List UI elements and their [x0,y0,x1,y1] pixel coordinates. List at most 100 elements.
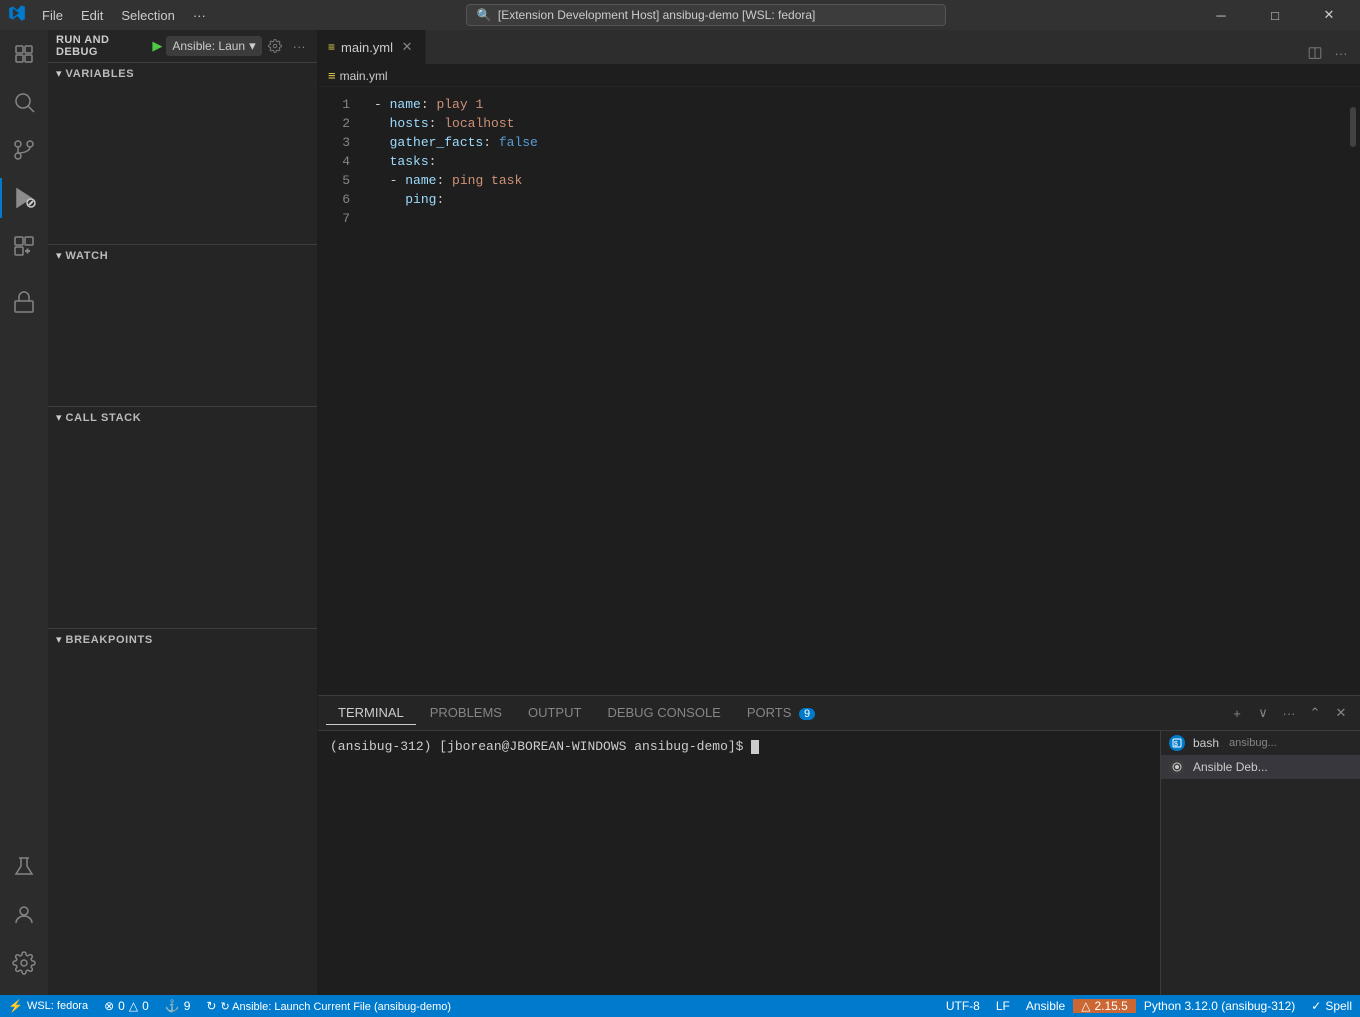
ansible-version: 2.15.5 [1094,999,1127,1013]
terminal-tab-actions: + ∨ ··· ⌃ ✕ [1226,702,1352,724]
error-count: 0 [118,999,125,1013]
maximize-button[interactable]: □ [1252,0,1298,30]
editor-tab-actions: ··· [1304,42,1360,64]
terminal-maximize-button[interactable]: ⌃ [1304,702,1326,724]
search-text: [Extension Development Host] ansibug-dem… [498,8,816,22]
activity-item-accounts[interactable] [0,891,48,939]
menu-edit[interactable]: Edit [73,6,111,25]
terminal-tab-output[interactable]: OUTPUT [516,701,593,725]
activity-bar [0,30,48,995]
activity-item-source-control[interactable] [0,126,48,174]
call-stack-header[interactable]: ▾ CALL STACK [48,407,317,428]
variables-chevron-icon: ▾ [56,67,62,80]
activity-item-explorer[interactable] [0,30,48,78]
spell-label: Spell [1325,999,1352,1013]
ansible-debug-icon [1169,759,1185,775]
activity-item-run-debug[interactable] [0,174,48,222]
watch-header[interactable]: ▾ WATCH [48,245,317,266]
activity-item-search[interactable] [0,78,48,126]
variables-header[interactable]: ▾ VARIABLES [48,63,317,84]
status-debug[interactable]: ↻ ↻ Ansible: Launch Current File (ansibu… [198,995,459,1017]
new-terminal-button[interactable]: + [1226,702,1248,724]
line-ending-label: LF [996,999,1010,1013]
status-spell[interactable]: ✓ Spell [1303,999,1360,1013]
vscode-logo [8,4,26,27]
terminal-tab-terminal[interactable]: TERMINAL [326,701,416,725]
status-language[interactable]: Ansible [1018,999,1073,1013]
minimize-button[interactable]: ─ [1198,0,1244,30]
menu-selection[interactable]: Selection [113,6,182,25]
breakpoints-chevron-icon: ▾ [56,633,62,646]
status-errors[interactable]: ⊗ 0 △ 0 [96,995,157,1017]
watch-content [48,266,317,406]
titlebar-search-area: 🔍 [Extension Development Host] ansibug-d… [222,4,1190,26]
terminal-content[interactable]: (ansibug-312) [jborean@JBOREAN-WINDOWS a… [318,731,1160,995]
code-line-5: - name: ping task [374,171,1346,190]
terminal-tab-ports[interactable]: PORTS 9 [735,701,827,725]
status-right: UTF-8 LF Ansible △ 2.15.5 Python 3.12.0 … [938,999,1360,1013]
activity-item-remote[interactable] [0,278,48,326]
terminal-tabs: TERMINAL PROBLEMS OUTPUT DEBUG CONSOLE P… [318,696,1360,731]
activity-item-settings[interactable] [0,939,48,987]
status-ports[interactable]: ⚓ 9 [157,995,199,1017]
debug-play-button[interactable]: ▶ [152,38,162,54]
breadcrumb-item[interactable]: main.yml [340,69,388,83]
breakpoints-section: ▾ BREAKPOINTS [48,628,317,650]
terminal-panel-item-ansible-debug[interactable]: Ansible Deb... [1161,755,1360,779]
wsl-label: WSL: fedora [27,1000,88,1012]
terminal-tab-debug-console[interactable]: DEBUG CONSOLE [595,701,732,725]
bash-label: bash [1193,736,1219,750]
debug-status: ↻ Ansible: Launch Current File (ansibug-… [220,1000,451,1013]
debug-toolbar: RUN AND DEBUG ▶ Ansible: Laun ▾ ··· [48,30,317,63]
tab-close-button[interactable]: ✕ [399,39,415,55]
code-content[interactable]: - name: play 1 hosts: localhost gather_f… [366,87,1346,695]
tab-main-yml[interactable]: ≡ main.yml ✕ [318,30,426,64]
watch-section: ▾ WATCH [48,244,317,406]
terminal-tab-problems[interactable]: PROBLEMS [418,701,514,725]
terminal-panel: $ bash ansibug... Ansibl [1160,731,1360,995]
sidebar: RUN AND DEBUG ▶ Ansible: Laun ▾ ··· ▾ VA… [48,30,318,995]
status-bar: ⚡ WSL: fedora ⊗ 0 △ 0 ⚓ 9 ↻ ↻ Ansible: L… [0,995,1360,1017]
breadcrumb-file-icon: ≡ [328,68,336,83]
ports-badge: 9 [799,708,815,720]
editor-tabs: ≡ main.yml ✕ ··· [318,30,1360,65]
breakpoints-header[interactable]: ▾ BREAKPOINTS [48,629,317,650]
status-line-ending[interactable]: LF [988,999,1018,1013]
terminal-prompt: (ansibug-312) [jborean@JBOREAN-WINDOWS a… [330,739,751,754]
terminal-more-button[interactable]: ··· [1278,702,1300,724]
status-ansible-version[interactable]: △ 2.15.5 [1073,999,1136,1013]
debug-config-selector[interactable]: Ansible: Laun ▾ [166,36,261,56]
menu-more[interactable]: ··· [185,6,214,25]
call-stack-title: CALL STACK [66,412,142,424]
menu-file[interactable]: File [34,6,71,25]
ansible-debug-label: Ansible Deb... [1193,760,1268,774]
split-editor-button[interactable] [1304,42,1326,64]
editor-scrollbar[interactable] [1346,87,1360,695]
code-line-4: tasks: [374,152,1346,171]
ports-icon: ⚓ [165,999,180,1013]
breadcrumb: ≡ main.yml [318,65,1360,87]
status-python[interactable]: Python 3.12.0 (ansibug-312) [1136,999,1303,1013]
ansible-warning-icon: △ [1081,999,1090,1013]
python-label: Python 3.12.0 (ansibug-312) [1144,999,1295,1013]
status-wsl[interactable]: ⚡ WSL: fedora [0,995,96,1017]
wsl-icon: ⚡ [8,999,23,1013]
debug-label: RUN AND DEBUG [56,34,144,58]
close-button[interactable]: ✕ [1306,0,1352,30]
more-editor-button[interactable]: ··· [1330,42,1352,64]
search-box[interactable]: 🔍 [Extension Development Host] ansibug-d… [466,4,946,26]
debug-settings-button[interactable] [266,35,286,57]
terminal-dropdown-button[interactable]: ∨ [1252,702,1274,724]
watch-chevron-icon: ▾ [56,249,62,262]
activity-item-extensions[interactable] [0,222,48,270]
language-label: Ansible [1026,999,1065,1013]
status-encoding[interactable]: UTF-8 [938,999,988,1013]
debug-more-button[interactable]: ··· [289,35,309,57]
call-stack-content [48,428,317,628]
code-editor[interactable]: 1 2 3 4 5 6 7 - name: play 1 hosts: loca… [318,87,1360,695]
terminal-close-button[interactable]: ✕ [1330,702,1352,724]
line-numbers: 1 2 3 4 5 6 7 [318,87,366,695]
terminal-panel-item-bash[interactable]: $ bash ansibug... [1161,731,1360,755]
activity-item-flask[interactable] [0,843,48,891]
dropdown-icon: ▾ [249,38,256,54]
